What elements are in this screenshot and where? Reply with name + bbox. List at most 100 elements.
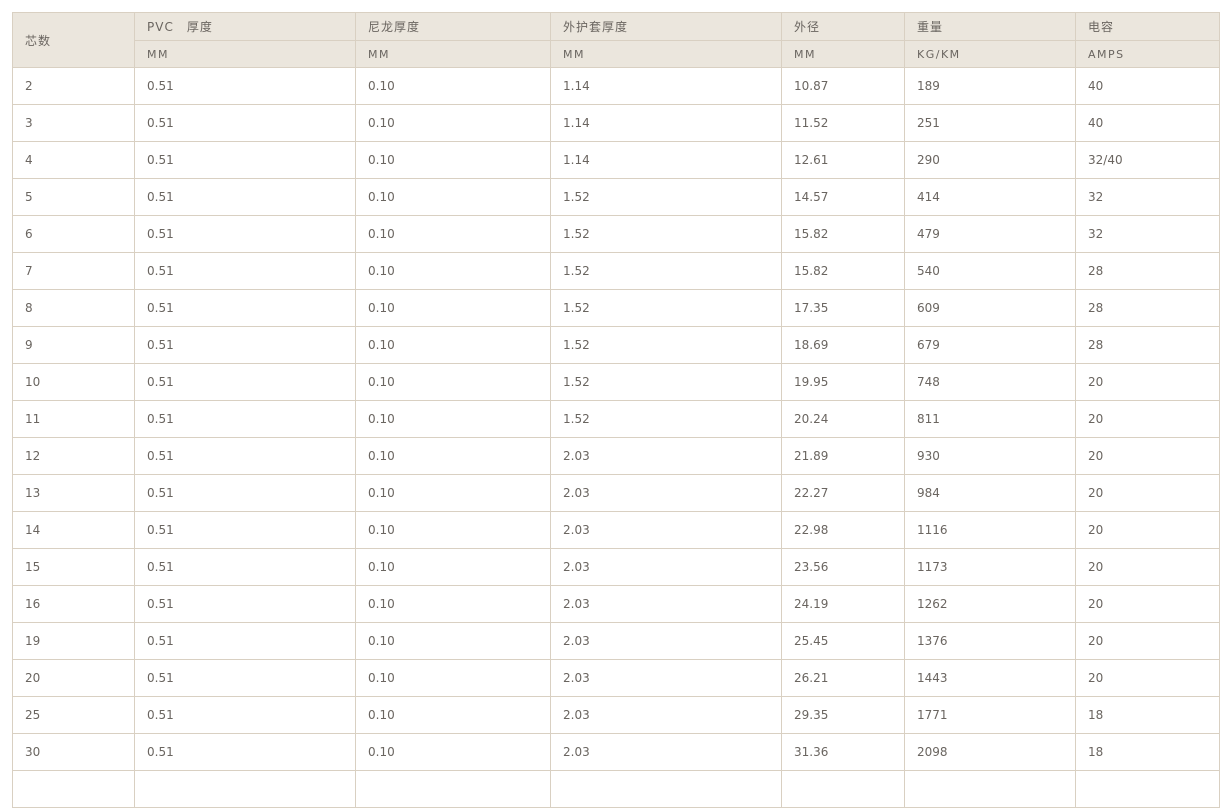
cell-jacket-thickness [550, 770, 782, 808]
cell-pvc-thickness: 0.51 [134, 659, 356, 697]
cell-jacket-thickness: 2.03 [550, 437, 782, 475]
table-row: 16 0.51 0.10 2.03 24.19 1262 20 [12, 585, 1220, 623]
cell-capacity: 18 [1075, 733, 1220, 771]
cell-nylon-thickness: 0.10 [355, 437, 551, 475]
table-row: 2 0.51 0.10 1.14 10.87 189 40 [12, 67, 1220, 105]
header-pvc-thickness: PVC 厚度 [134, 12, 356, 41]
cell-capacity: 28 [1075, 289, 1220, 327]
cell-capacity: 20 [1075, 585, 1220, 623]
cell-jacket-thickness: 1.52 [550, 252, 782, 290]
cell-pvc-thickness: 0.51 [134, 585, 356, 623]
cell-nylon-thickness [355, 770, 551, 808]
unit-weight: KG/KM [904, 40, 1076, 68]
cell-weight: 609 [904, 289, 1076, 327]
cell-weight: 1443 [904, 659, 1076, 697]
cell-cores: 14 [12, 511, 135, 549]
cell-cores: 2 [12, 67, 135, 105]
cell-weight: 251 [904, 104, 1076, 142]
cell-outer-diameter: 17.35 [781, 289, 905, 327]
cell-outer-diameter: 31.36 [781, 733, 905, 771]
header-row-units: MM MM MM MM KG/KM AMPS [13, 40, 1220, 68]
cell-pvc-thickness: 0.51 [134, 400, 356, 438]
cell-cores: 8 [12, 289, 135, 327]
cell-weight: 479 [904, 215, 1076, 253]
cell-cores: 20 [12, 659, 135, 697]
cell-pvc-thickness: 0.51 [134, 326, 356, 364]
cell-jacket-thickness: 2.03 [550, 474, 782, 512]
cell-outer-diameter: 24.19 [781, 585, 905, 623]
cell-capacity: 20 [1075, 659, 1220, 697]
cell-nylon-thickness: 0.10 [355, 548, 551, 586]
cell-jacket-thickness: 2.03 [550, 585, 782, 623]
cell-pvc-thickness: 0.51 [134, 696, 356, 734]
table-row: 19 0.51 0.10 2.03 25.45 1376 20 [12, 622, 1220, 660]
unit-jacket-thickness: MM [550, 40, 782, 68]
cell-outer-diameter: 14.57 [781, 178, 905, 216]
cell-pvc-thickness: 0.51 [134, 548, 356, 586]
cell-pvc-thickness: 0.51 [134, 511, 356, 549]
cell-cores: 5 [12, 178, 135, 216]
cell-pvc-thickness: 0.51 [134, 363, 356, 401]
cell-capacity: 40 [1075, 67, 1220, 105]
cell-outer-diameter: 15.82 [781, 252, 905, 290]
cell-nylon-thickness: 0.10 [355, 215, 551, 253]
table-row: 11 0.51 0.10 1.52 20.24 811 20 [12, 400, 1220, 438]
cell-outer-diameter: 26.21 [781, 659, 905, 697]
cell-weight: 414 [904, 178, 1076, 216]
table-row: 4 0.51 0.10 1.14 12.61 290 32/40 [12, 141, 1220, 179]
cell-nylon-thickness: 0.10 [355, 141, 551, 179]
cell-weight: 189 [904, 67, 1076, 105]
cell-nylon-thickness: 0.10 [355, 67, 551, 105]
cell-pvc-thickness: 0.51 [134, 733, 356, 771]
header-nylon-thickness: 尼龙厚度 [355, 12, 551, 41]
cell-jacket-thickness: 1.52 [550, 289, 782, 327]
cell-cores: 16 [12, 585, 135, 623]
cell-pvc-thickness: 0.51 [134, 141, 356, 179]
header-weight: 重量 [904, 12, 1076, 41]
cell-weight: 1262 [904, 585, 1076, 623]
cell-nylon-thickness: 0.10 [355, 474, 551, 512]
cell-pvc-thickness: 0.51 [134, 67, 356, 105]
unit-outer-diameter: MM [781, 40, 905, 68]
cell-capacity: 20 [1075, 363, 1220, 401]
cell-jacket-thickness: 1.14 [550, 141, 782, 179]
cell-pvc-thickness: 0.51 [134, 252, 356, 290]
cell-cores: 11 [12, 400, 135, 438]
cell-cores: 19 [12, 622, 135, 660]
cell-jacket-thickness: 1.14 [550, 67, 782, 105]
cell-outer-diameter: 15.82 [781, 215, 905, 253]
cell-cores: 4 [12, 141, 135, 179]
cell-capacity: 18 [1075, 696, 1220, 734]
unit-pvc-thickness: MM [134, 40, 356, 68]
cell-nylon-thickness: 0.10 [355, 622, 551, 660]
cell-capacity: 28 [1075, 252, 1220, 290]
cell-cores: 10 [12, 363, 135, 401]
table-row: 30 0.51 0.10 2.03 31.36 2098 18 [12, 733, 1220, 771]
cell-nylon-thickness: 0.10 [355, 104, 551, 142]
cell-capacity: 20 [1075, 437, 1220, 475]
cell-jacket-thickness: 2.03 [550, 733, 782, 771]
table-row: 25 0.51 0.10 2.03 29.35 1771 18 [12, 696, 1220, 734]
cell-outer-diameter: 19.95 [781, 363, 905, 401]
cell-jacket-thickness: 1.52 [550, 363, 782, 401]
cell-cores: 25 [12, 696, 135, 734]
cell-jacket-thickness: 1.52 [550, 178, 782, 216]
table-header: 芯数 PVC 厚度 尼龙厚度 外护套厚度 外径 重量 电容 MM MM MM M… [12, 12, 1220, 68]
cell-outer-diameter: 21.89 [781, 437, 905, 475]
cell-nylon-thickness: 0.10 [355, 252, 551, 290]
cell-cores: 30 [12, 733, 135, 771]
cell-weight: 748 [904, 363, 1076, 401]
cell-jacket-thickness: 2.03 [550, 659, 782, 697]
cell-outer-diameter: 23.56 [781, 548, 905, 586]
header-outer-diameter: 外径 [781, 12, 905, 41]
cell-capacity: 20 [1075, 400, 1220, 438]
cell-cores [12, 770, 135, 808]
unit-nylon-thickness: MM [355, 40, 551, 68]
cell-outer-diameter: 11.52 [781, 104, 905, 142]
cell-cores: 15 [12, 548, 135, 586]
cell-jacket-thickness: 1.14 [550, 104, 782, 142]
table-row: 14 0.51 0.10 2.03 22.98 1116 20 [12, 511, 1220, 549]
cell-jacket-thickness: 1.52 [550, 400, 782, 438]
cell-capacity: 32/40 [1075, 141, 1220, 179]
cell-nylon-thickness: 0.10 [355, 363, 551, 401]
